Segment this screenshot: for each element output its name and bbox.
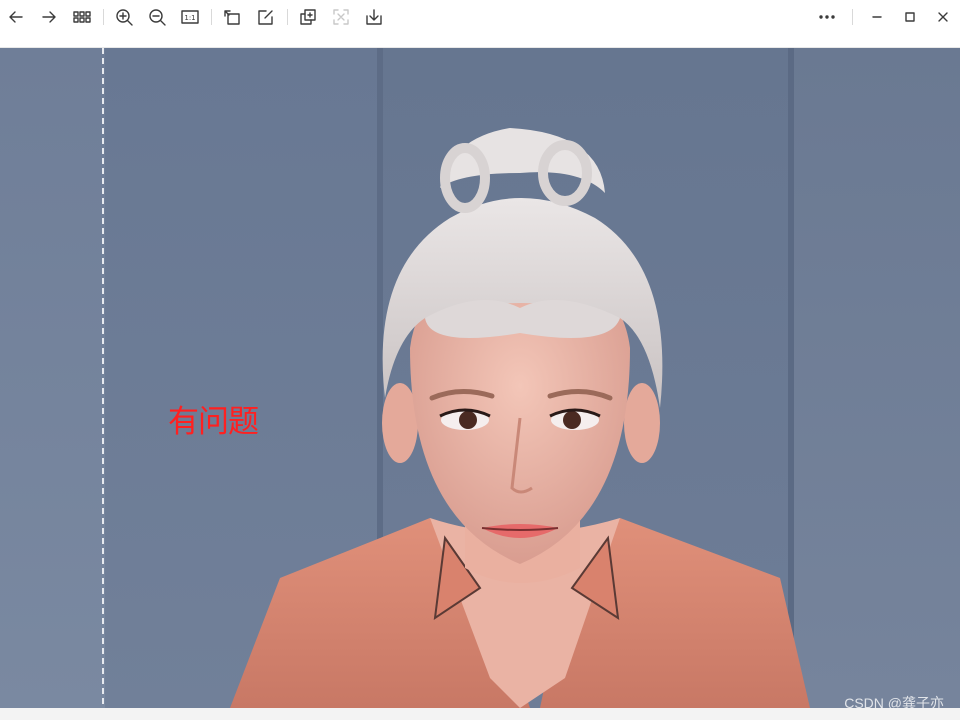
maximize-button[interactable] <box>898 6 922 28</box>
actual-size-button[interactable]: 1:1 <box>178 6 202 28</box>
zoom-in-icon <box>116 9 133 26</box>
toolbar-divider <box>852 9 853 25</box>
zoom-out-button[interactable] <box>145 6 169 28</box>
back-icon <box>9 11 23 23</box>
extract-text-icon <box>333 9 349 25</box>
copy-button[interactable] <box>296 6 320 28</box>
toolbar-divider <box>287 9 288 25</box>
actual-size-icon: 1:1 <box>181 10 199 24</box>
minimize-icon <box>872 16 882 18</box>
more-button[interactable] <box>815 6 839 28</box>
edit-icon <box>258 10 273 25</box>
maximize-icon <box>905 12 915 22</box>
forward-icon <box>42 11 56 23</box>
download-icon <box>366 9 382 25</box>
background-panel <box>0 48 105 708</box>
extract-text-button[interactable] <box>329 6 353 28</box>
copy-icon <box>300 9 316 25</box>
edit-button[interactable] <box>254 6 278 28</box>
viewer-toolbar: 1:1 <box>0 0 960 48</box>
rotate-icon <box>224 10 240 25</box>
rotate-button[interactable] <box>220 6 244 28</box>
grid-view-icon <box>73 11 91 23</box>
toolbar-divider <box>103 9 104 25</box>
watermark-text: CSDN @龚子亦 <box>844 695 944 708</box>
actual-size-label: 1:1 <box>184 14 195 22</box>
close-button[interactable] <box>931 6 955 28</box>
minimize-button[interactable] <box>865 6 889 28</box>
dashed-guide-line <box>102 48 104 708</box>
back-button[interactable] <box>4 6 28 28</box>
viewer-bottom-bar <box>0 708 960 720</box>
annotation-label: 有问题 <box>168 404 259 440</box>
forward-button[interactable] <box>37 6 61 28</box>
grid-view-button[interactable] <box>70 6 94 28</box>
download-button[interactable] <box>362 6 386 28</box>
avatar-character-image <box>230 128 810 708</box>
more-icon <box>819 15 835 19</box>
image-viewport[interactable]: 有问题 CSDN @龚子亦 <box>0 48 960 708</box>
close-icon <box>938 12 948 22</box>
zoom-out-icon <box>149 9 166 26</box>
toolbar-divider <box>211 9 212 25</box>
zoom-in-button[interactable] <box>112 6 136 28</box>
